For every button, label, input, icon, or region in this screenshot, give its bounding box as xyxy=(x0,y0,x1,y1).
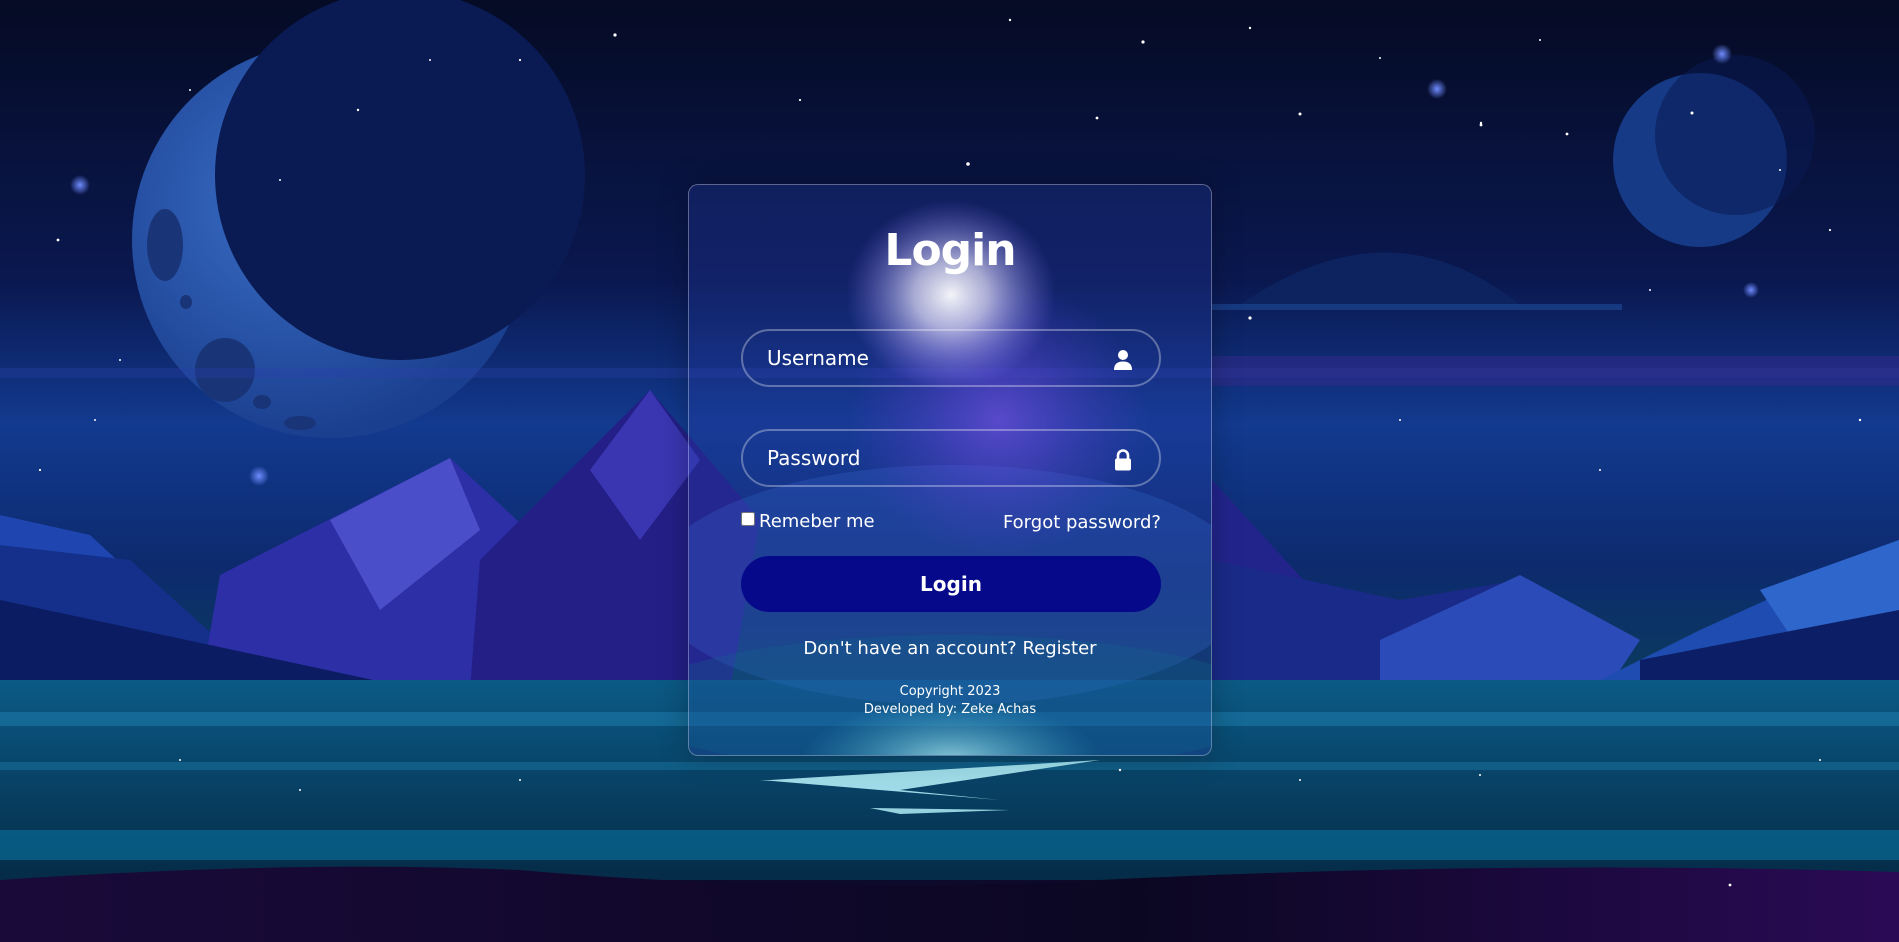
register-prompt-text: Don't have an account? xyxy=(803,638,1017,659)
login-card: Login Remeber me Forgot password? Login xyxy=(688,184,1212,756)
remember-me-control[interactable]: Remeber me xyxy=(741,511,875,532)
footer: Copyright 2023 Developed by: Zeke Achas xyxy=(689,683,1211,719)
register-prompt: Don't have an account? Register xyxy=(689,638,1211,659)
remember-me-label: Remeber me xyxy=(759,511,875,532)
lock-icon xyxy=(1115,449,1131,471)
night-landscape-background: Login Remeber me Forgot password? Login xyxy=(0,0,1899,942)
username-field-wrapper xyxy=(741,329,1161,387)
user-icon xyxy=(1114,350,1132,370)
developer-credit: Developed by: Zeke Achas xyxy=(863,702,1037,717)
register-link[interactable]: Register xyxy=(1022,638,1096,659)
copyright-text: Copyright 2023 xyxy=(899,684,1001,699)
username-input[interactable] xyxy=(743,331,1159,385)
forgot-password-link[interactable]: Forgot password? xyxy=(1003,512,1161,533)
remember-me-checkbox[interactable] xyxy=(741,511,755,526)
small-planet-right xyxy=(1613,55,1815,247)
login-title: Login xyxy=(884,225,1016,276)
login-button[interactable]: Login xyxy=(741,556,1161,612)
password-input[interactable] xyxy=(743,431,1159,485)
form-options-row: Remeber me Forgot password? xyxy=(741,511,1161,537)
password-field-wrapper xyxy=(741,429,1161,487)
